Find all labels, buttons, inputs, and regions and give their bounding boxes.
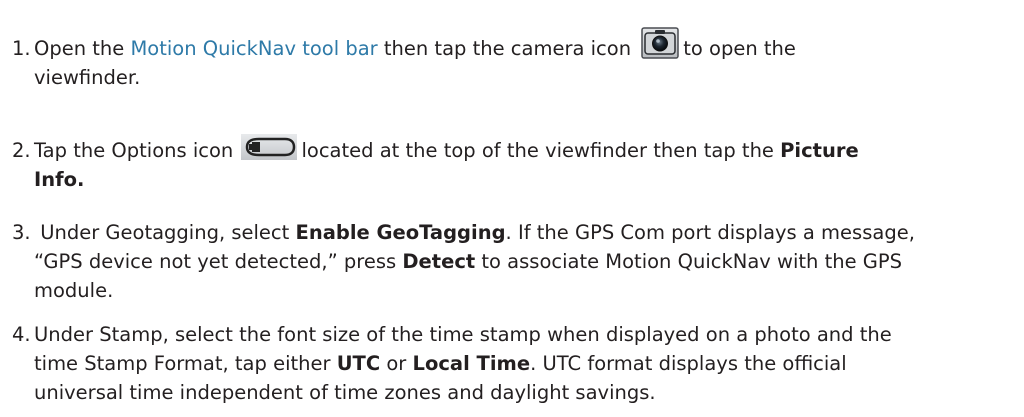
enable-geotagging-term: Enable GeoTagging [295, 221, 506, 244]
step-2: 2. Tap the Options icon located at the to… [12, 133, 1012, 194]
step-1: 1. Open the Motion QuickNav tool bar then… [12, 26, 1012, 92]
step-text-line3: universal time independent of time zones… [34, 381, 656, 404]
step-text-line3: module. [34, 279, 114, 302]
step-4: 4. Under Stamp, select the font size of t… [12, 320, 1012, 407]
step-text-line2: “GPS device not yet detected,” press Det… [12, 247, 1012, 276]
step-text: Under Stamp, select the font size of the… [34, 323, 892, 346]
step-text: or [380, 352, 413, 375]
step-text: then tap the camera icon [377, 37, 632, 60]
step-number: 2. [12, 139, 31, 162]
step-number: 1. [12, 37, 31, 60]
step-text: . UTC format displays the official [530, 352, 847, 375]
utc-term: UTC [336, 352, 381, 375]
step-text: . If the GPS Com port displays a message… [505, 221, 915, 244]
camera-icon [641, 26, 680, 59]
local-time-term: Local Time [412, 352, 531, 375]
motion-quicknav-toolbar-link[interactable]: Motion QuickNav tool bar [130, 37, 377, 60]
step-number: 3. [12, 221, 31, 244]
step-text: Tap the Options icon [34, 139, 234, 162]
step-text: “GPS device not yet detected,” press [34, 250, 403, 273]
step-3: 3. Under Geotagging, select Enable GeoTa… [12, 218, 1012, 305]
instruction-document: 1. Open the Motion QuickNav tool bar then… [0, 0, 1024, 417]
step-text: Under Geotagging, select [34, 221, 296, 244]
picture-info-term-line2: Info. [34, 168, 85, 191]
step-number: 4. [12, 323, 31, 346]
step-text: located at the top of the viewfinder the… [301, 139, 781, 162]
step-text: to associate Motion QuickNav with the GP… [475, 250, 903, 273]
step-text-line2: time Stamp Format, tap either UTC or Loc… [12, 349, 1012, 378]
picture-info-term: Picture [780, 139, 859, 162]
step-text: to open the [683, 37, 796, 60]
step-text: time Stamp Format, tap either [34, 352, 337, 375]
detect-term: Detect [402, 250, 476, 273]
step-text: Open the [34, 37, 131, 60]
step-text-line2: viewfinder. [34, 66, 141, 89]
options-icon [241, 133, 298, 160]
